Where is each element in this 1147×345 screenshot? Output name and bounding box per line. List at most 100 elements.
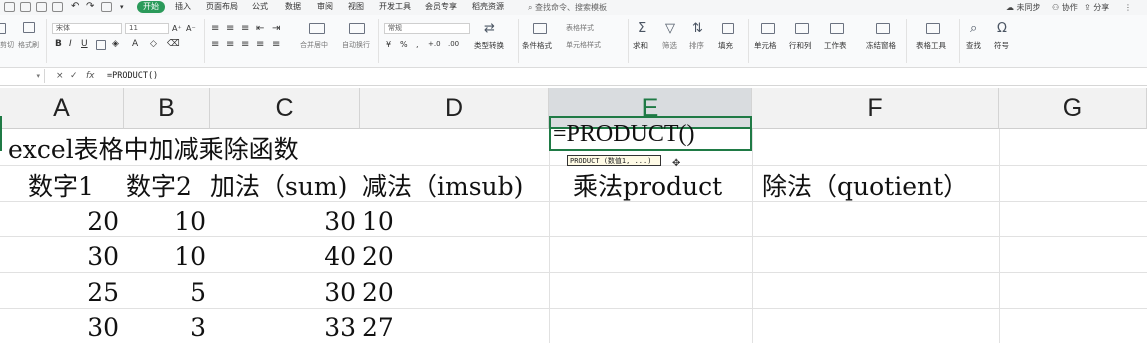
- filter-label[interactable]: 筛选: [662, 41, 677, 50]
- distributed-icon[interactable]: ≡: [272, 40, 280, 50]
- column-header-f[interactable]: F: [752, 88, 999, 129]
- cell-e2-header[interactable]: 乘法product: [573, 170, 722, 204]
- column-header-d[interactable]: D: [360, 88, 549, 129]
- cell-style-button[interactable]: 单元格样式: [566, 41, 601, 50]
- print-preview-icon[interactable]: [52, 2, 63, 12]
- sort-icon[interactable]: ⇅: [692, 22, 703, 36]
- worksheet-icon[interactable]: [830, 23, 844, 34]
- cell-d2-header[interactable]: 减法（imsub): [362, 170, 523, 204]
- cell-c3[interactable]: 30: [210, 205, 356, 239]
- decimal-increase-icon[interactable]: +.0: [428, 40, 441, 49]
- command-search[interactable]: ⌕ 查找命令、搜索模板: [528, 2, 607, 13]
- tab-member[interactable]: 会员专享: [425, 1, 457, 13]
- tab-page-layout[interactable]: 页面布局: [206, 1, 238, 13]
- cell-b6[interactable]: 3: [124, 311, 206, 345]
- tab-insert[interactable]: 插入: [175, 1, 191, 13]
- symbol-icon[interactable]: Ω: [997, 22, 1007, 36]
- find-label[interactable]: 查找: [966, 41, 981, 50]
- name-box[interactable]: ▾: [0, 69, 45, 83]
- open-icon[interactable]: [20, 2, 31, 12]
- print-icon[interactable]: [36, 2, 47, 12]
- cut-icon[interactable]: [0, 23, 6, 34]
- align-top-icon[interactable]: ≡: [211, 24, 219, 34]
- cell-a3[interactable]: 20: [40, 205, 119, 239]
- cell-a6[interactable]: 30: [40, 311, 119, 345]
- cell-c5[interactable]: 30: [210, 276, 356, 310]
- cell-e3-formula[interactable]: =PRODUCT(): [553, 117, 695, 151]
- tab-review[interactable]: 审阅: [317, 1, 333, 13]
- thousands-icon[interactable]: ,: [416, 40, 419, 49]
- cell-a1-title[interactable]: excel表格中加减乘除函数: [8, 133, 299, 167]
- fill-color-icon[interactable]: ◈: [112, 40, 119, 49]
- indent-increase-icon[interactable]: ⇥: [272, 24, 280, 34]
- column-header-c[interactable]: C: [210, 88, 360, 129]
- sum-icon[interactable]: Σ: [638, 22, 646, 36]
- chevron-down-icon[interactable]: ▾: [120, 1, 124, 13]
- font-size-select[interactable]: 11: [125, 23, 169, 34]
- conditional-format-label[interactable]: 条件格式: [522, 41, 552, 50]
- cell-c6[interactable]: 33: [210, 311, 356, 345]
- eraser-icon[interactable]: ⌫: [167, 40, 180, 49]
- more-options-icon[interactable]: ⋮: [1124, 2, 1132, 13]
- redo-icon[interactable]: ↷: [86, 1, 94, 12]
- type-convert-icon[interactable]: ⇄: [484, 22, 495, 36]
- align-middle-icon[interactable]: ≡: [226, 24, 234, 34]
- active-cell-e3[interactable]: =PRODUCT(): [549, 116, 752, 151]
- cancel-icon[interactable]: ×: [56, 69, 64, 83]
- decimal-decrease-icon[interactable]: .00: [448, 40, 459, 49]
- cell-d4[interactable]: 20: [362, 240, 394, 274]
- freeze-panes-label[interactable]: 冻结窗格: [866, 41, 896, 50]
- cell-b2-header[interactable]: 数字2: [126, 170, 192, 204]
- confirm-icon[interactable]: ✓: [70, 69, 78, 83]
- more-icon[interactable]: [101, 2, 112, 12]
- tab-developer[interactable]: 开发工具: [379, 1, 411, 13]
- formula-input[interactable]: =PRODUCT(): [107, 69, 158, 83]
- align-right-icon[interactable]: ≡: [241, 40, 249, 50]
- tab-start[interactable]: 开始: [137, 1, 165, 13]
- font-shrink-icon[interactable]: A⁻: [186, 24, 196, 33]
- freeze-panes-icon[interactable]: [876, 23, 890, 34]
- rows-columns-icon[interactable]: [795, 23, 809, 34]
- worksheet-label[interactable]: 工作表: [824, 41, 847, 50]
- cell-a4[interactable]: 30: [40, 240, 119, 274]
- merge-center-icon[interactable]: [309, 23, 325, 34]
- cell-icon[interactable]: [761, 23, 775, 34]
- align-left-icon[interactable]: ≡: [211, 40, 219, 50]
- align-center-icon[interactable]: ≡: [226, 40, 234, 50]
- sort-label[interactable]: 排序: [689, 41, 704, 50]
- find-icon[interactable]: ⌕: [970, 22, 977, 36]
- cell-c4[interactable]: 40: [210, 240, 356, 274]
- fill-label[interactable]: 填充: [718, 41, 733, 50]
- cell-b5[interactable]: 5: [124, 276, 206, 310]
- sync-status[interactable]: ☁ 未同步: [1006, 2, 1041, 13]
- table-style-button[interactable]: 表格样式: [566, 24, 594, 33]
- undo-icon[interactable]: ↶: [71, 1, 79, 12]
- font-grow-icon[interactable]: A⁺: [172, 24, 182, 33]
- border-icon[interactable]: [96, 40, 106, 50]
- format-painter-icon[interactable]: [23, 22, 35, 33]
- cell-d5[interactable]: 20: [362, 276, 394, 310]
- conditional-format-icon[interactable]: [533, 23, 547, 34]
- collaborate-button[interactable]: ⚇ 协作: [1052, 2, 1078, 13]
- tab-data[interactable]: 数据: [285, 1, 301, 13]
- table-tools-icon[interactable]: [926, 23, 940, 34]
- symbol-label[interactable]: 符号: [994, 41, 1009, 50]
- indent-decrease-icon[interactable]: ⇤: [256, 24, 264, 34]
- cell-b4[interactable]: 10: [124, 240, 206, 274]
- underline-icon[interactable]: U: [81, 40, 88, 49]
- column-header-a[interactable]: A: [0, 88, 124, 129]
- tab-docer[interactable]: 稻壳资源: [472, 1, 504, 13]
- column-header-b[interactable]: B: [124, 88, 210, 129]
- number-format-select[interactable]: 常规: [384, 23, 470, 34]
- cell-d6[interactable]: 27: [362, 311, 394, 345]
- currency-icon[interactable]: ¥: [386, 40, 391, 49]
- sum-label[interactable]: 求和: [633, 41, 648, 50]
- font-name-select[interactable]: 宋体: [52, 23, 122, 34]
- bold-icon[interactable]: B: [55, 40, 62, 49]
- cell-b3[interactable]: 10: [124, 205, 206, 239]
- wrap-text-icon[interactable]: [349, 23, 365, 34]
- insert-function-icon[interactable]: fx: [86, 69, 95, 83]
- table-tools-label[interactable]: 表格工具: [916, 41, 946, 50]
- cell-label[interactable]: 单元格: [754, 41, 777, 50]
- tab-view[interactable]: 视图: [348, 1, 364, 13]
